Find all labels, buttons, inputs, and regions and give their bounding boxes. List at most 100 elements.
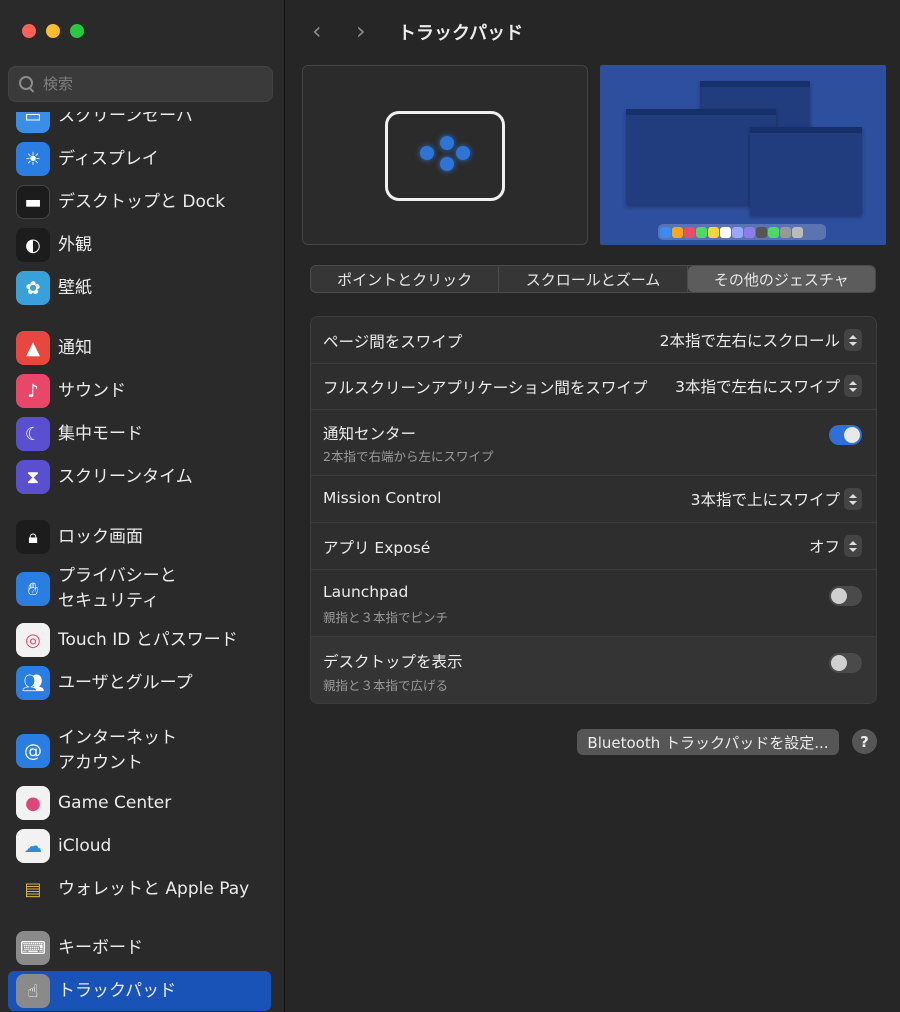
sidebar-item-trackpad[interactable]: ☝ トラックパッド (8, 971, 271, 1011)
close-button[interactable] (22, 24, 36, 38)
settings-window: ▭ スクリーンセーバ ☀ ディスプレイ ▬ デスクトップと Dock ◐ 外観 … (0, 0, 900, 1012)
back-chevron-icon[interactable]: ‹ (312, 19, 332, 44)
icloud-icon: ☁ (16, 829, 50, 863)
sidebar-item-label: ディスプレイ (58, 148, 159, 169)
sidebar-item-keyboard[interactable]: ⌨ キーボード (8, 928, 271, 968)
popup-value: 3本指で左右にスワイプ (675, 378, 840, 396)
popup-app-expose[interactable]: オフ (809, 535, 862, 557)
sidebar-item-label: 通知 (58, 337, 92, 358)
sidebar-item-privacy-security[interactable]: ✋︎ プライバシーと セキュリティ (8, 564, 271, 614)
search-field[interactable] (8, 66, 273, 102)
toggle-launchpad[interactable] (829, 586, 862, 606)
toggle-show-desktop[interactable] (829, 653, 862, 673)
sidebar-item-touch-id[interactable]: ◎ Touch ID とパスワード (8, 620, 271, 660)
finger-dot (456, 146, 470, 160)
keyboard-icon: ⌨ (16, 931, 50, 965)
display-icon: ☀ (16, 142, 50, 176)
setup-bluetooth-trackpad-button[interactable]: Bluetooth トラックパッドを設定... (577, 729, 839, 755)
row-label: Mission Control (323, 489, 442, 507)
sidebar-item-label: Game Center (58, 792, 172, 813)
zoom-button[interactable] (70, 24, 84, 38)
sidebar-item-label: 外観 (58, 234, 92, 255)
sidebar-item-label: スクリーンセーバ (58, 112, 193, 126)
sidebar-item-screentime[interactable]: ⧗ スクリーンタイム (8, 457, 271, 497)
row-label: Launchpad (323, 583, 409, 601)
row-sublabel: 親指と３本指でピンチ (323, 610, 449, 625)
sidebar-item-focus[interactable]: ☾ 集中モード (8, 414, 271, 454)
page-title: トラックパッド (398, 23, 524, 44)
row-label: 通知センター (323, 425, 417, 443)
screentime-icon: ⧗ (16, 460, 50, 494)
game-center-icon: ● (16, 786, 50, 820)
preview-window (750, 127, 862, 215)
sidebar-item-lock-screen[interactable]: 🔒︎ ロック画面 (8, 517, 271, 557)
sidebar-item-sound[interactable]: ♪ サウンド (8, 371, 271, 411)
gesture-preview-trackpad (302, 65, 588, 245)
search-icon (19, 76, 35, 92)
sidebar-item-label: iCloud (58, 835, 112, 856)
forward-chevron-icon[interactable]: › (356, 19, 376, 44)
finger-dot (420, 146, 434, 160)
fingerprint-icon: ◎ (16, 623, 50, 657)
sidebar-item-internet-accounts[interactable]: @ インターネット アカウント (8, 726, 271, 776)
notifications-icon: ▲ (16, 331, 50, 365)
popup-value: 2本指で左右にスクロール (659, 332, 840, 350)
help-button[interactable]: ? (852, 729, 877, 754)
sidebar-item-wallet[interactable]: ▤ ウォレットと Apple Pay (8, 869, 271, 909)
sidebar-item-label: インターネット アカウント (58, 728, 177, 773)
wallpaper-icon: ✿ (16, 271, 50, 305)
preview-dock (658, 224, 826, 240)
finger-dot (440, 136, 454, 150)
popup-swipe-pages[interactable]: 2本指で左右にスクロール (660, 329, 862, 351)
sidebar-item-appearance[interactable]: ◐ 外観 (8, 225, 271, 265)
main-pane: ‹ › トラックパッド ポイントとクリック スクロールとズーム その他のジェスチ… (286, 0, 900, 1012)
sidebar-item-label: サウンド (58, 380, 126, 401)
sidebar-item-label: トラックパッド (58, 980, 177, 1001)
row-launchpad: Launchpad 親指と３本指でピンチ (311, 570, 876, 637)
sidebar-item-label: ロック画面 (58, 526, 143, 547)
sidebar-item-label: キーボード (58, 937, 143, 958)
popup-chevron-icon (844, 375, 862, 397)
sidebar-item-label: Touch ID とパスワード (58, 629, 238, 650)
sound-icon: ♪ (16, 374, 50, 408)
gesture-preview-desktop (600, 65, 886, 245)
row-show-desktop: デスクトップを表示 親指と３本指で広げる (311, 637, 876, 703)
popup-value: 3本指で上にスワイプ (690, 491, 840, 509)
gesture-settings-panel: ページ間をスワイプ 2本指で左右にスクロール フルスクリーンアプリケーション間を… (310, 316, 877, 704)
focus-icon: ☾ (16, 417, 50, 451)
popup-chevron-icon (844, 535, 862, 557)
row-label: デスクトップを表示 (323, 653, 463, 671)
sidebar-item-users-groups[interactable]: 👥︎ ユーザとグループ (8, 663, 271, 703)
tab-scroll-zoom[interactable]: スクロールとズーム (499, 266, 688, 292)
lock-screen-icon: 🔒︎ (16, 520, 50, 554)
dock-icon: ▬ (16, 185, 50, 219)
row-sublabel: 親指と３本指で広げる (323, 678, 449, 693)
popup-value: オフ (808, 538, 840, 556)
row-mission-control: Mission Control 3本指で上にスワイプ (311, 476, 876, 523)
at-icon: @ (16, 734, 50, 768)
tab-point-click[interactable]: ポイントとクリック (311, 266, 500, 292)
popup-chevron-icon (844, 329, 862, 351)
popup-mission-control[interactable]: 3本指で上にスワイプ (691, 488, 862, 510)
sidebar-item-label: 壁紙 (58, 277, 92, 298)
row-label: ページ間をスワイプ (323, 333, 463, 351)
popup-chevron-icon (844, 488, 862, 510)
sidebar-item-desktop-dock[interactable]: ▬ デスクトップと Dock (8, 182, 271, 222)
screensaver-icon: ▭ (16, 112, 50, 133)
tab-more-gestures[interactable]: その他のジェスチャ (687, 266, 875, 292)
sidebar-item-display[interactable]: ☀ ディスプレイ (8, 139, 271, 179)
row-notification-center: 通知センター 2本指で右端から左にスワイプ (311, 410, 876, 476)
sidebar-item-game-center[interactable]: ● Game Center (8, 783, 271, 823)
sidebar-item-screensaver[interactable]: ▭ スクリーンセーバ (8, 112, 271, 136)
row-label: アプリ Exposé (323, 539, 431, 557)
minimize-button[interactable] (46, 24, 60, 38)
search-input[interactable] (43, 75, 263, 93)
sidebar-item-notifications[interactable]: ▲ 通知 (8, 328, 271, 368)
sidebar-item-icloud[interactable]: ☁ iCloud (8, 826, 271, 866)
toggle-notification-center[interactable] (829, 425, 862, 445)
sidebar-item-label: プライバシーと セキュリティ (58, 566, 177, 611)
row-label: フルスクリーンアプリケーション間をスワイプ (323, 379, 648, 397)
sidebar-item-wallpaper[interactable]: ✿ 壁紙 (8, 268, 271, 308)
sidebar-item-label: 集中モード (58, 423, 143, 444)
popup-swipe-fullscreen-apps[interactable]: 3本指で左右にスワイプ (675, 375, 862, 397)
